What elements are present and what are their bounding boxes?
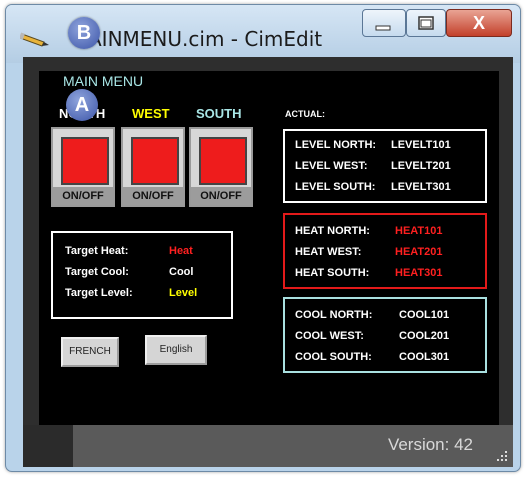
target-heat-value: Heat — [169, 245, 193, 257]
cool-north-value: COOL101 — [399, 309, 450, 321]
window-title: AINMENU.cim - CimEdit — [88, 27, 323, 51]
close-icon: X — [472, 13, 485, 33]
heat-panel: HEAT NORTH: HEAT101 HEAT WEST: HEAT201 H… — [283, 213, 487, 289]
switch-indicator — [61, 137, 109, 185]
switch-label: ON/OFF — [123, 187, 183, 205]
maximize-button[interactable] — [406, 9, 446, 37]
north-on-off-switch[interactable]: ON/OFF — [51, 127, 115, 207]
actual-label: ACTUAL: — [285, 109, 325, 119]
cool-south-label: COOL SOUTH: — [295, 351, 372, 363]
minimize-icon — [375, 25, 391, 31]
main-menu-screen: MAIN MENU NORTH WEST SOUTH ON/OFF ON/OFF… — [39, 71, 499, 425]
french-button[interactable]: FRENCH — [61, 337, 119, 367]
english-button[interactable]: English — [145, 335, 207, 365]
switch-label: ON/OFF — [53, 187, 113, 205]
level-panel: LEVEL NORTH: LEVELT101 LEVEL WEST: LEVEL… — [283, 129, 487, 203]
cool-north-label: COOL NORTH: — [295, 309, 373, 321]
target-panel: Target Heat: Heat Target Cool: Cool Targ… — [51, 231, 233, 319]
minimize-button[interactable] — [362, 9, 406, 37]
target-level-value: Level — [169, 287, 198, 299]
level-south-value: LEVELT301 — [391, 181, 451, 193]
resize-grip-icon[interactable] — [495, 449, 509, 463]
client-area: MAIN MENU NORTH WEST SOUTH ON/OFF ON/OFF… — [23, 57, 513, 425]
heat-west-value: HEAT201 — [395, 246, 443, 258]
switch-label: ON/OFF — [191, 187, 251, 205]
screen-heading: MAIN MENU — [63, 73, 144, 89]
cimedit-window: AINMENU.cim - CimEdit X B MAIN MENU NORT… — [5, 4, 521, 472]
callout-badge-b: B — [68, 17, 100, 49]
zone-label-south: SOUTH — [196, 106, 242, 121]
close-button[interactable]: X — [446, 9, 512, 37]
heat-north-value: HEAT101 — [395, 225, 443, 237]
level-north-label: LEVEL NORTH: — [295, 139, 377, 151]
cool-panel: COOL NORTH: COOL101 COOL WEST: COOL201 C… — [283, 297, 487, 373]
switch-indicator — [199, 137, 247, 185]
heat-south-value: HEAT301 — [395, 267, 443, 279]
status-bar: Version: 42 — [23, 425, 513, 467]
west-on-off-switch[interactable]: ON/OFF — [121, 127, 185, 207]
version-label: Version: 42 — [387, 435, 473, 454]
level-west-label: LEVEL WEST: — [295, 160, 368, 172]
cool-west-value: COOL201 — [399, 330, 450, 342]
switch-indicator — [131, 137, 179, 185]
zone-label-west: WEST — [132, 106, 170, 121]
cool-south-value: COOL301 — [399, 351, 450, 363]
target-cool-value: Cool — [169, 266, 194, 278]
pencil-icon — [20, 32, 49, 47]
target-cool-label: Target Cool: — [65, 266, 129, 278]
heat-west-label: HEAT WEST: — [295, 246, 362, 258]
level-north-value: LEVELT101 — [391, 139, 451, 151]
heat-south-label: HEAT SOUTH: — [295, 267, 370, 279]
target-heat-label: Target Heat: — [65, 245, 129, 257]
level-south-label: LEVEL SOUTH: — [295, 181, 376, 193]
target-level-label: Target Level: — [65, 287, 133, 299]
callout-badge-a: A — [66, 89, 98, 121]
cool-west-label: COOL WEST: — [295, 330, 364, 342]
south-on-off-switch[interactable]: ON/OFF — [189, 127, 253, 207]
status-bar-left-block — [23, 425, 73, 467]
level-west-value: LEVELT201 — [391, 160, 451, 172]
maximize-icon — [418, 16, 434, 30]
heat-north-label: HEAT NORTH: — [295, 225, 370, 237]
